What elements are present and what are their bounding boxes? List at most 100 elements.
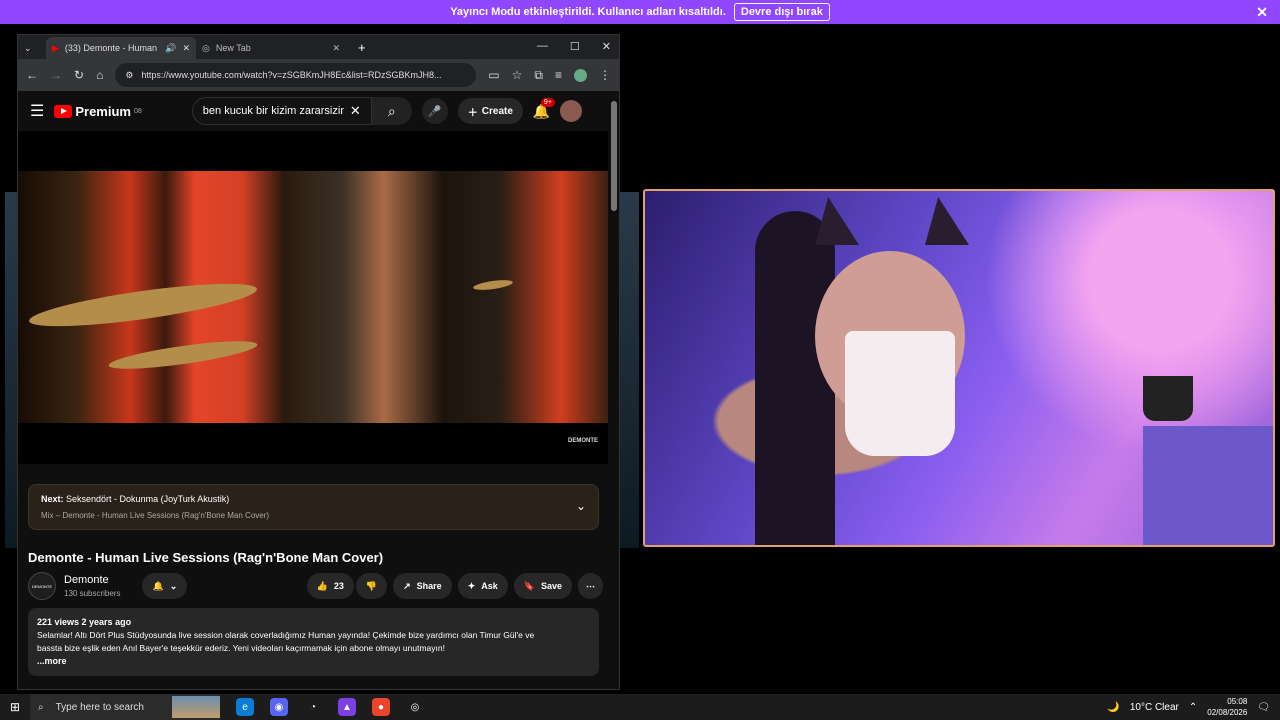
channel-meta: Demonte 130 subscribers xyxy=(64,574,120,598)
clear-search-icon[interactable]: ✕ xyxy=(350,103,361,119)
logo-text: Premium xyxy=(75,103,131,119)
windows-start-icon[interactable]: ⊞ xyxy=(0,700,30,714)
taskbar-search-box[interactable]: ⌕ Type here to search xyxy=(30,694,220,720)
close-window-icon[interactable]: ✕ xyxy=(602,40,611,53)
url-text: https://www.youtube.com/watch?v=zSGBKmJH… xyxy=(141,70,442,80)
profile-avatar[interactable] xyxy=(574,68,587,82)
more-actions-button[interactable]: ⋯ xyxy=(578,573,603,599)
share-button[interactable]: ↗ Share xyxy=(393,573,452,599)
save-button[interactable]: 🔖 Save xyxy=(513,573,572,599)
reload-icon[interactable]: ↻ xyxy=(74,68,84,82)
browser-window: ⌄ ▶ (33) Demonte - Human Live 🔊 ✕ ◎ New … xyxy=(17,34,620,690)
notification-badge: 9+ xyxy=(540,97,555,107)
tab-youtube[interactable]: ▶ (33) Demonte - Human Live 🔊 ✕ xyxy=(46,37,196,59)
youtube-play-icon xyxy=(54,104,73,118)
microphone-icon: 🎤 xyxy=(427,105,442,118)
discord-icon[interactable]: ◉ xyxy=(270,698,288,716)
windows-taskbar: ⊞ ⌕ Type here to search e ◉ ◔ ▲ ● ◎ 🌙 10… xyxy=(0,694,1280,720)
url-field[interactable]: ⚙ https://www.youtube.com/watch?v=zSGBKm… xyxy=(115,63,477,87)
plus-icon: ＋ xyxy=(467,107,478,119)
app-icon[interactable]: ▲ xyxy=(338,698,356,716)
dislike-button[interactable]: 👎 xyxy=(355,573,388,599)
sparkle-icon: ✦ xyxy=(467,580,476,591)
account-avatar[interactable] xyxy=(560,100,583,122)
clock[interactable]: 05:08 02/08/2026 xyxy=(1207,696,1247,718)
weather-text[interactable]: 10°C Clear xyxy=(1130,702,1179,713)
create-label: Create xyxy=(481,105,513,117)
extensions-icon[interactable]: ⧉ xyxy=(534,68,543,83)
up-next-panel[interactable]: Next: Seksendört - Dokunma (JoyTurk Akus… xyxy=(28,484,599,530)
background-strip-right xyxy=(619,192,639,548)
clock-date: 02/08/2026 xyxy=(1207,708,1248,717)
bookmark-star-icon[interactable]: ☆ xyxy=(512,68,523,82)
webcam-hair xyxy=(755,211,835,545)
search-button[interactable]: ⌕ xyxy=(371,97,412,125)
notifications-button[interactable]: 🔔 9+ xyxy=(533,97,555,120)
edge-icon[interactable]: e xyxy=(236,698,254,716)
show-more-link[interactable]: ...more xyxy=(37,656,67,666)
maximize-icon[interactable]: ☐ xyxy=(570,40,580,53)
chevron-up-icon[interactable]: ⌃ xyxy=(1189,702,1197,713)
search-query: ben kucuk bir kizim zararsizim xyxy=(202,105,344,117)
more-icon: ⋯ xyxy=(586,580,595,591)
cast-icon[interactable]: ▭ xyxy=(488,68,499,82)
globe-icon: ◎ xyxy=(202,42,210,53)
cat-ear-right xyxy=(925,197,969,245)
like-button[interactable]: 👍 23 xyxy=(306,573,354,599)
description-line: bassta bize eşlik eden Anıl Bayer'e teşe… xyxy=(37,643,445,653)
tab-title: New Tab xyxy=(215,43,251,53)
chevron-down-icon: ⌄ xyxy=(169,580,178,591)
hamburger-menu-icon[interactable]: ☰ xyxy=(30,101,44,121)
chrome-icon[interactable]: ● xyxy=(372,698,390,716)
search-box: ben kucuk bir kizim zararsizim ✕ ⌕ xyxy=(152,97,412,125)
description-box[interactable]: 221 views 2 years ago Selamlar! Altı Dör… xyxy=(28,608,599,676)
cymbal-shape xyxy=(27,275,259,335)
page-scrollbar[interactable] xyxy=(611,97,617,687)
voice-search-button[interactable]: 🎤 xyxy=(421,98,448,124)
channel-avatar[interactable]: DEMONTE xyxy=(28,572,56,600)
channel-name[interactable]: Demonte xyxy=(64,574,120,586)
youtube-header: ☰ Premium 08 ben kucuk bir kizim zararsi… xyxy=(18,91,619,131)
youtube-premium-logo[interactable]: Premium 08 xyxy=(54,103,142,119)
channel-row: DEMONTE Demonte 130 subscribers 🔔 ⌄ 👍 23 … xyxy=(28,571,603,601)
new-tab-icon[interactable]: + xyxy=(358,40,366,55)
webcam-shelf xyxy=(1143,426,1273,545)
speedometer-icon[interactable]: ◔ xyxy=(304,698,322,716)
media-control-icon[interactable]: ≡ xyxy=(555,68,562,82)
subscribe-notifications-button[interactable]: 🔔 ⌄ xyxy=(142,573,188,599)
close-icon[interactable]: ✕ xyxy=(1256,4,1268,21)
taskbar-search-placeholder: Type here to search xyxy=(55,701,144,713)
search-highlight-image xyxy=(172,696,220,718)
disable-streamer-mode-button[interactable]: Devre dışı bırak xyxy=(733,3,830,21)
next-title: Seksendört - Dokunma (JoyTurk Akustik) xyxy=(66,494,230,504)
create-button[interactable]: ＋ Create xyxy=(457,98,523,124)
notification-center-icon[interactable]: 🗨 xyxy=(1257,702,1270,713)
tab-new-tab[interactable]: ◎ New Tab ✕ xyxy=(196,37,346,59)
ask-button[interactable]: ✦ Ask xyxy=(457,573,508,599)
cymbal-shape xyxy=(107,335,259,375)
logo-country-code: 08 xyxy=(133,107,142,115)
browser-menu-icon[interactable]: ⋮ xyxy=(599,68,611,82)
minimize-icon[interactable]: — xyxy=(537,40,548,53)
tab-close-icon[interactable]: ✕ xyxy=(332,43,340,54)
search-icon: ⌕ xyxy=(38,701,44,713)
like-count: 23 xyxy=(333,581,344,591)
obs-icon[interactable]: ◎ xyxy=(406,698,424,716)
tab-search-icon[interactable]: ⌄ xyxy=(18,37,46,59)
video-player[interactable]: DEMONTE xyxy=(18,131,608,464)
ask-label: Ask xyxy=(481,581,498,591)
chevron-down-icon[interactable]: ⌄ xyxy=(576,499,586,513)
youtube-favicon-icon: ▶ xyxy=(52,42,59,53)
home-icon[interactable]: ⌂ xyxy=(96,68,103,82)
forward-icon[interactable]: → xyxy=(50,68,62,82)
tab-close-icon[interactable]: ✕ xyxy=(182,43,190,54)
bell-icon: 🔔 xyxy=(152,580,164,591)
clock-time: 05:08 xyxy=(1227,697,1248,706)
search-input[interactable]: ben kucuk bir kizim zararsizim ✕ xyxy=(191,97,372,125)
speaker-icon[interactable]: 🔊 xyxy=(165,43,176,54)
back-icon[interactable]: ← xyxy=(26,68,38,82)
cymbal-shape xyxy=(472,278,514,292)
site-info-icon[interactable]: ⚙ xyxy=(125,70,133,81)
taskbar-apps: e ◉ ◔ ▲ ● ◎ xyxy=(236,698,424,716)
scrollbar-thumb[interactable] xyxy=(611,101,617,211)
